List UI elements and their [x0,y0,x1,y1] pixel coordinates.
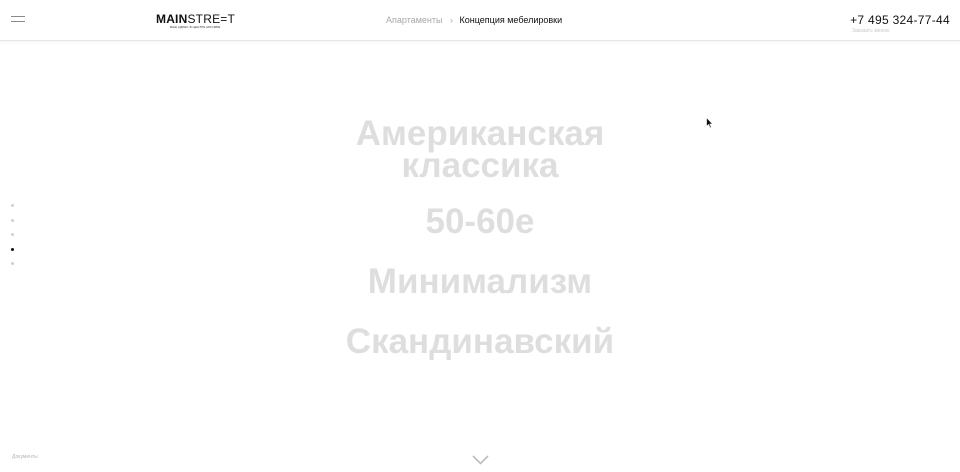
logo[interactable]: MAINSTRE=T ВАШ АДРЕС В ЦЕНТРЕ МОСКВЫ [156,12,236,31]
documents-link[interactable]: Документы [12,454,38,460]
furniture-style-list: Американская классика 50-60е Минимализм … [0,116,960,362]
logo-tagline: ВАШ АДРЕС В ЦЕНТРЕ МОСКВЫ [170,25,221,29]
style-american-classic-line2: классика [401,146,559,185]
style-minimalism[interactable]: Минимализм [0,262,960,302]
hamburger-icon[interactable] [11,15,25,23]
breadcrumb-parent[interactable]: Апартаменты [386,15,442,25]
callback-link[interactable]: Заказать звонок [852,28,889,34]
chevron-down-icon[interactable] [472,452,489,465]
style-scandinavian[interactable]: Скандинавский [0,322,960,362]
mouse-pointer-icon [706,116,714,129]
logo-wordmark: MAINSTRE=T [156,12,236,26]
page: MAINSTRE=T ВАШ АДРЕС В ЦЕНТРЕ МОСКВЫ Апа… [0,0,960,472]
breadcrumb-current: Концепция мебелировки [459,15,563,25]
breadcrumb: Апартаменты › Концепция мебелировки [386,14,562,26]
phone-number[interactable]: +7 495 324-77-44 [850,13,950,27]
style-50-60s[interactable]: 50-60е [0,202,960,242]
style-american-classic[interactable]: Американская классика [330,116,630,185]
chevron-right-icon: › [450,15,453,25]
site-header: MAINSTRE=T ВАШ АДРЕС В ЦЕНТРЕ МОСКВЫ Апа… [0,0,960,41]
